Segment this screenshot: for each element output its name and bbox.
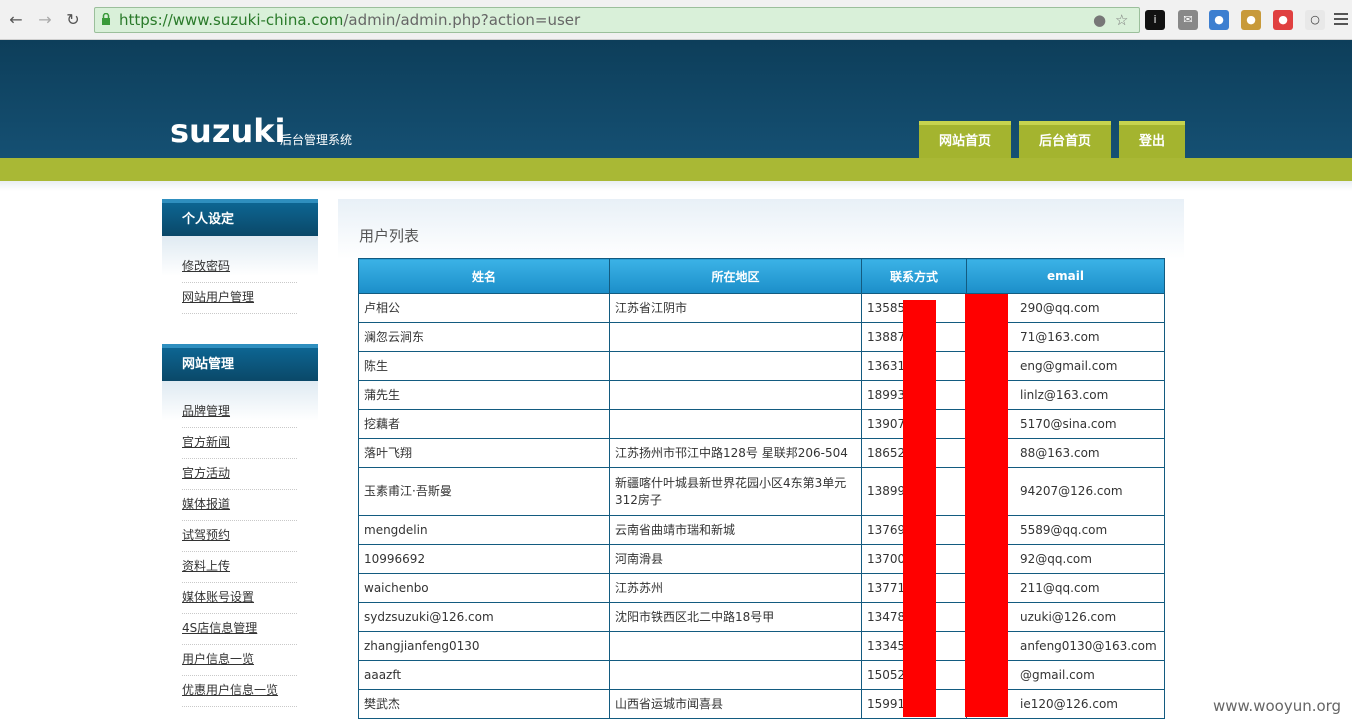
- sidebar-link-discount-users[interactable]: 优惠用户信息一览: [182, 676, 297, 707]
- table-row: sydzsuzuki@126.com 沈阳市铁西区北二中路18号甲 1347884 u…: [358, 602, 1165, 632]
- cell-region: 江苏苏州: [609, 573, 862, 603]
- table-row: mengdelin 云南省曲靖市瑞和新城 1376978 5589@qq.com: [358, 515, 1165, 545]
- table-row: 落叶飞翔 江苏扬州市邗江中路128号 星联邦206-504 1865256 88@16…: [358, 438, 1165, 468]
- cell-region: [609, 631, 862, 661]
- hamburger-menu-icon[interactable]: [1334, 10, 1348, 28]
- table-row: 10996692 河南滑县 1370072 92@qq.com: [358, 544, 1165, 574]
- cell-region: 江苏扬州市邗江中路128号 星联邦206-504: [609, 438, 862, 468]
- table-header-row: 姓名 所在地区 联系方式 email: [358, 258, 1165, 294]
- user-table: 姓名 所在地区 联系方式 email 卢相公 江苏省江阴市 1358547 290@q…: [358, 258, 1165, 719]
- column-header-contact: 联系方式: [861, 258, 967, 294]
- watermark: www.wooyun.org: [1213, 697, 1342, 715]
- cell-name: sydzsuzuki@126.com: [358, 602, 610, 632]
- lightbulb-icon[interactable]: ●: [1093, 12, 1106, 28]
- cell-region: 沈阳市铁西区北二中路18号甲: [609, 602, 862, 632]
- cell-name: zhangjianfeng0130: [358, 631, 610, 661]
- sidebar-link-test-drive[interactable]: 试驾预约: [182, 521, 297, 552]
- sidebar-section-personal: 个人设定: [162, 199, 318, 236]
- cell-name: 蒲先生: [358, 380, 610, 410]
- cell-name: 落叶飞翔: [358, 438, 610, 468]
- site-subtitle: 后台管理系统: [280, 133, 353, 147]
- sidebar-link-news[interactable]: 官方新闻: [182, 428, 297, 459]
- sidebar-section-site-manage: 网站管理: [162, 344, 318, 381]
- table-row: 樊武杰 山西省运城市闻喜县 1599138 ie120@126.com: [358, 689, 1165, 719]
- browser-toolbar: ← → ↻ https://www.suzuki-china.com/admin…: [0, 0, 1352, 40]
- nav-tab-logout[interactable]: 登出: [1119, 121, 1185, 158]
- sidebar-link-user-manage[interactable]: 网站用户管理: [182, 283, 297, 314]
- blue-extension-icon[interactable]: ●: [1209, 10, 1229, 30]
- table-row: waichenbo 江苏苏州 1377179 211@qq.com: [358, 573, 1165, 603]
- cell-name: mengdelin: [358, 515, 610, 545]
- page-title: 用户列表: [359, 227, 420, 245]
- cell-name: aaazft: [358, 660, 610, 690]
- sidebar-link-change-password[interactable]: 修改密码: [182, 252, 297, 283]
- table-row: zhangjianfeng0130 1334544 anfeng0130@163.c…: [358, 631, 1165, 661]
- sidebar-link-user-info[interactable]: 用户信息一览: [182, 645, 297, 676]
- cell-region: 河南滑县: [609, 544, 862, 574]
- nav-tab-admin-home[interactable]: 后台首页: [1019, 121, 1111, 158]
- table-row: aaazft 1505221 @gmail.com: [358, 660, 1165, 690]
- red-extension-icon[interactable]: ●: [1273, 10, 1293, 30]
- content-header-bg: [338, 199, 1184, 259]
- cell-name: 卢相公: [358, 293, 610, 323]
- sidebar-link-4s-store[interactable]: 4S店信息管理: [182, 614, 297, 645]
- table-row: 蒲先生 1899304 linlz@163.com: [358, 380, 1165, 410]
- mail-extension-icon[interactable]: ✉: [1178, 10, 1198, 30]
- cell-name: 樊武杰: [358, 689, 610, 719]
- cell-name: 玉素甫江·吾斯曼: [358, 467, 610, 516]
- table-row: 卢相公 江苏省江阴市 1358547 290@qq.com: [358, 293, 1165, 323]
- cookie-extension-icon[interactable]: ●: [1241, 10, 1261, 30]
- sidebar-link-events[interactable]: 官方活动: [182, 459, 297, 490]
- cell-name: 澜忽云涧东: [358, 322, 610, 352]
- table-row: 陈生 1363145 eng@gmail.com: [358, 351, 1165, 381]
- sidebar-link-brand[interactable]: 品牌管理: [182, 397, 297, 428]
- cell-name: 挖藕者: [358, 409, 610, 439]
- cell-name: 10996692: [358, 544, 610, 574]
- sidebar-link-upload[interactable]: 资料上传: [182, 552, 297, 583]
- cell-region: [609, 660, 862, 690]
- forward-arrow-icon[interactable]: →: [35, 10, 55, 30]
- header-green-band: [0, 158, 1352, 181]
- table-row: 玉素甫江·吾斯曼 新疆喀什叶城县新世界花园小区4东第3单元312房子 1389919…: [358, 467, 1165, 516]
- cell-region: [609, 380, 862, 410]
- cell-name: waichenbo: [358, 573, 610, 603]
- column-header-region: 所在地区: [609, 258, 862, 294]
- eyes-extension-icon[interactable]: ○: [1305, 10, 1325, 30]
- cell-region: [609, 351, 862, 381]
- table-row: 澜忽云涧东 1388721 71@163.com: [358, 322, 1165, 352]
- redaction-email: [965, 294, 1008, 717]
- bookmark-star-icon[interactable]: ☆: [1115, 12, 1128, 28]
- sidebar-link-media[interactable]: 媒体报道: [182, 490, 297, 521]
- header-shadow: [0, 181, 1352, 191]
- cell-name: 陈生: [358, 351, 610, 381]
- cell-region: 江苏省江阴市: [609, 293, 862, 323]
- site-header: suzuki 后台管理系统 网站首页 后台首页 登出: [0, 40, 1352, 158]
- ip-extension-icon[interactable]: i: [1145, 10, 1165, 30]
- nav-tab-site-home[interactable]: 网站首页: [919, 121, 1011, 158]
- site-logo: suzuki: [170, 112, 286, 150]
- column-header-email: email: [966, 258, 1165, 294]
- cell-region: [609, 409, 862, 439]
- sidebar-link-media-account[interactable]: 媒体账号设置: [182, 583, 297, 614]
- redaction-phone: [903, 300, 936, 717]
- back-arrow-icon[interactable]: ←: [6, 10, 26, 30]
- cell-region: 新疆喀什叶城县新世界花园小区4东第3单元312房子: [609, 467, 862, 516]
- column-header-name: 姓名: [358, 258, 610, 294]
- reload-icon[interactable]: ↻: [63, 10, 83, 30]
- cell-region: 云南省曲靖市瑞和新城: [609, 515, 862, 545]
- cell-region: [609, 322, 862, 352]
- lock-icon: [102, 13, 110, 25]
- address-bar[interactable]: https://www.suzuki-china.com/admin/admin…: [94, 7, 1140, 33]
- table-row: 挖藕者 1390721 5170@sina.com: [358, 409, 1165, 439]
- cell-region: 山西省运城市闻喜县: [609, 689, 862, 719]
- url-text: https://www.suzuki-china.com/admin/admin…: [119, 11, 581, 29]
